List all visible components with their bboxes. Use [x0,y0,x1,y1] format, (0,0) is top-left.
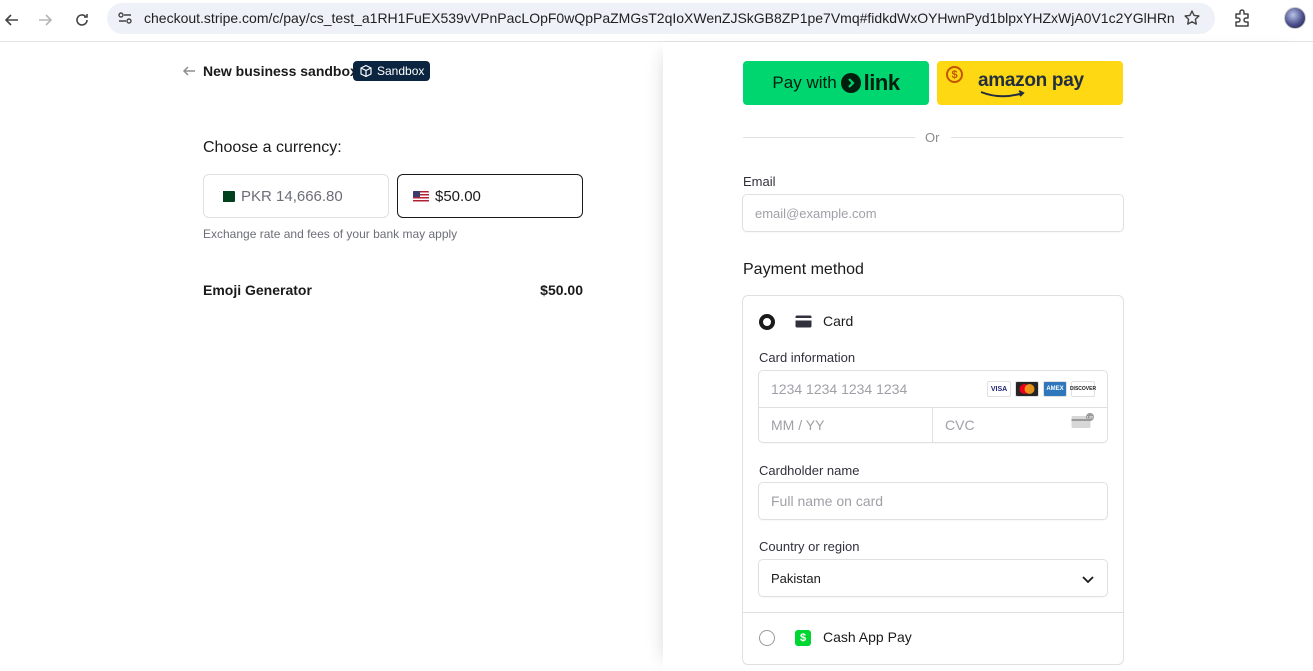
currency-option-usd[interactable]: $50.00 [397,174,583,218]
chevron-down-icon [1082,576,1094,584]
payment-method-accordion: Card Card information 1234 1234 1234 123… [742,295,1124,665]
pay-with-link-button[interactable]: Pay with link [743,61,929,105]
back-icon[interactable] [0,8,24,32]
sandbox-box-icon [360,64,372,78]
us-flag-icon [413,190,429,202]
link-button-prefix: Pay with [772,73,837,92]
payment-option-divider [743,612,1123,613]
exchange-rate-note: Exchange rate and fees of your bank may … [203,227,458,241]
bookmark-star-icon[interactable] [1183,9,1201,27]
cvc-input[interactable]: CVC [945,417,975,433]
card-number-input[interactable]: 1234 1234 1234 1234 [771,381,907,397]
mastercard-icon [1015,381,1039,397]
amex-icon: AMEX [1043,381,1067,397]
country-label: Country or region [759,539,860,554]
pakistan-flag-icon [219,190,235,202]
currency-title: Choose a currency: [203,139,342,156]
discover-icon: DISCOVER [1070,381,1096,397]
payment-panel: Pay with link $ amazon pay Or Email emai… [663,42,1313,671]
cvc-card-icon: 135 [1071,413,1094,428]
profile-avatar[interactable] [1284,7,1306,29]
cardholder-label: Cardholder name [759,463,860,478]
email-field[interactable]: email@example.com [742,194,1124,232]
country-select[interactable]: Pakistan [758,559,1108,597]
address-bar[interactable]: checkout.stripe.com/c/pay/cs_test_a1RH1F… [107,3,1215,34]
card-brands: VISA AMEX DISCOVER [987,381,1096,397]
card-radio[interactable] [759,314,775,330]
cashapp-radio[interactable] [759,630,775,646]
card-icon [795,315,812,328]
extensions-icon[interactable] [1232,8,1252,28]
cardholder-name-input[interactable]: Full name on card [758,482,1108,520]
card-info-group: 1234 1234 1234 1234 VISA AMEX DISCOVER M… [758,370,1108,443]
cash-app-icon: $ [795,630,811,646]
sandbox-label: Sandbox [377,64,425,78]
payment-method-title: Payment method [743,261,864,278]
back-arrow-icon[interactable] [181,63,197,79]
order-summary-panel: New business sandbox Sandbox Choose a cu… [0,42,663,671]
amazon-smile-icon [980,90,1025,98]
sandbox-badge: Sandbox [353,61,431,81]
forward-icon[interactable] [33,8,57,32]
cashapp-option-label[interactable]: Cash App Pay [823,629,912,645]
or-divider-text: Or [925,130,940,145]
link-logo: link [840,70,900,96]
currency-amount: PKR 14,666.80 [241,187,343,205]
email-label: Email [743,174,776,189]
link-arrow-icon [840,73,861,93]
card-info-label: Card information [759,350,856,365]
url-text[interactable]: checkout.stripe.com/c/pay/cs_test_a1RH1F… [144,10,1174,26]
currency-option-pkr[interactable]: PKR 14,666.80 [203,174,389,218]
expiry-cvc-divider [932,407,933,443]
card-row-divider [759,407,1107,408]
visa-icon: VISA [987,381,1011,397]
line-item-name: Emoji Generator [203,282,312,298]
reload-icon[interactable] [70,8,94,32]
link-word: link [863,70,900,95]
line-item-price: $50.00 [540,282,583,298]
currency-amount: $50.00 [435,187,481,205]
amazon-pay-button[interactable]: $ amazon pay [937,61,1123,105]
site-settings-icon[interactable] [117,10,133,26]
amazon-pay-coin-icon: $ [946,66,963,83]
svg-text:135: 135 [1087,415,1094,420]
merchant-name[interactable]: New business sandbox [203,63,358,79]
amazon-pay-label: amazon pay [978,70,1084,91]
divider-left [743,137,915,138]
card-option-label[interactable]: Card [823,313,853,329]
expiry-input[interactable]: MM / YY [771,417,824,433]
divider-right [951,137,1123,138]
browser-toolbar: checkout.stripe.com/c/pay/cs_test_a1RH1F… [0,0,1313,42]
country-value: Pakistan [771,570,821,586]
